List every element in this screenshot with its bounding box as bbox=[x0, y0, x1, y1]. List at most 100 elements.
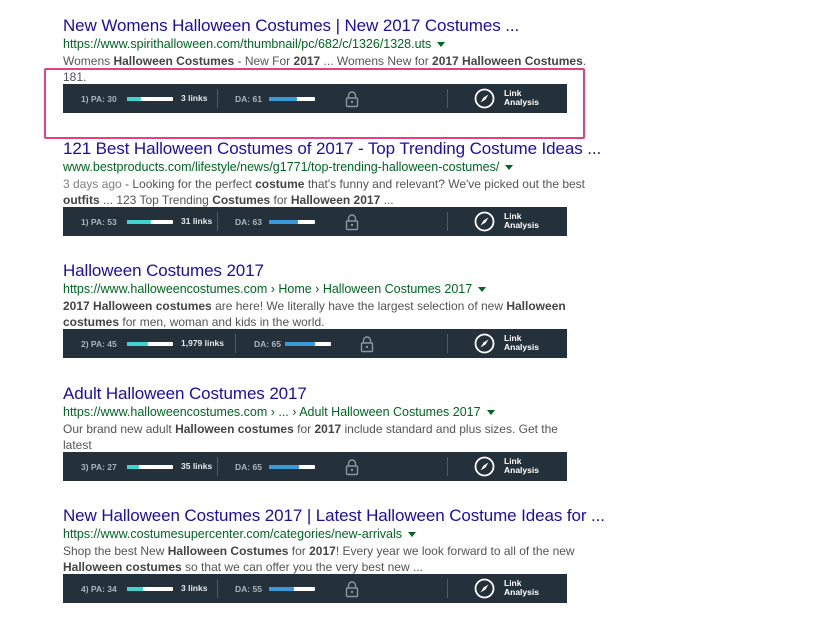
result-url: https://www.spirithalloween.com/thumbnai… bbox=[63, 36, 603, 53]
result-title-link[interactable]: 121 Best Halloween Costumes of 2017 - To… bbox=[63, 139, 603, 159]
pa-meter-fill bbox=[127, 220, 152, 224]
page-authority: PA: 34 bbox=[90, 584, 117, 594]
snippet-text: - Looking for the perfect costume that's… bbox=[122, 177, 585, 191]
lock-icon[interactable] bbox=[344, 213, 360, 231]
search-result: 121 Best Halloween Costumes of 2017 - To… bbox=[63, 139, 603, 208]
snippet-text: Shop the best New bbox=[63, 544, 168, 558]
result-snippet: 3 days ago - Looking for the perfect cos… bbox=[63, 176, 588, 208]
mozbar: 1) PA: 53 31 links DA: 63 Link Analysis bbox=[63, 207, 567, 236]
snippet-line: 3 days ago - Looking for the perfect cos… bbox=[63, 176, 588, 192]
divider bbox=[447, 212, 448, 231]
caret-down-icon[interactable] bbox=[486, 410, 495, 416]
da-meter-fill bbox=[269, 587, 295, 591]
snippet-text: so that we can offer you the very best n… bbox=[181, 560, 423, 574]
snippet-text: that's funny and relevant? We've picked … bbox=[304, 177, 586, 191]
caret-down-icon[interactable] bbox=[408, 532, 417, 538]
snippet-line: 2017 Halloween costumes are here! We lit… bbox=[63, 298, 588, 314]
da-meter-fill bbox=[269, 465, 299, 469]
snippet-text: - New For bbox=[234, 54, 294, 68]
pa-meter bbox=[127, 220, 173, 224]
pa-meter bbox=[127, 342, 173, 346]
result-url-text[interactable]: www.bestproducts.com/lifestyle/news/g177… bbox=[63, 160, 499, 174]
links-count[interactable]: 35 links bbox=[181, 461, 212, 471]
snippet-bold-term: 2017 Halloween Costumes bbox=[432, 54, 583, 68]
snippet-text: Our brand new adult bbox=[63, 422, 176, 436]
domain-authority: DA: 55 bbox=[235, 584, 262, 594]
moz-rank-number: 3) bbox=[81, 462, 91, 472]
page-authority: PA: 27 bbox=[90, 462, 117, 472]
snippet-line: costumes for men, woman and kids in the … bbox=[63, 314, 588, 330]
snippet-text: for bbox=[270, 193, 291, 207]
compass-icon[interactable] bbox=[474, 333, 495, 354]
snippet-bold-term: Halloween costumes bbox=[175, 422, 294, 436]
pa-meter-fill bbox=[127, 587, 143, 591]
link-analysis-label-part: Analysis bbox=[504, 342, 539, 352]
result-url: https://www.halloweencostumes.com › ... … bbox=[63, 404, 603, 421]
page-authority: PA: 45 bbox=[90, 339, 117, 349]
domain-authority: DA: 63 bbox=[235, 217, 262, 227]
moz-rank-number: 4) bbox=[81, 584, 91, 594]
result-url: https://www.halloweencostumes.com › Home… bbox=[63, 281, 603, 298]
result-title-link[interactable]: Halloween Costumes 2017 bbox=[63, 261, 603, 281]
lock-icon[interactable] bbox=[344, 458, 360, 476]
link-analysis-button[interactable]: Link Analysis bbox=[504, 334, 554, 352]
divider bbox=[447, 334, 448, 353]
domain-authority: DA: 65 bbox=[235, 462, 262, 472]
divider bbox=[217, 579, 218, 598]
result-snippet: 2017 Halloween costumes are here! We lit… bbox=[63, 298, 588, 330]
result-url: www.bestproducts.com/lifestyle/news/g177… bbox=[63, 159, 603, 176]
result-url-text[interactable]: https://www.costumesupercenter.com/categ… bbox=[63, 527, 402, 541]
snippet-text: for bbox=[288, 544, 310, 558]
result-age: 3 days ago bbox=[63, 177, 122, 191]
result-title-link[interactable]: New Womens Halloween Costumes | New 2017… bbox=[63, 16, 603, 36]
divider bbox=[447, 457, 448, 476]
snippet-text: are here! We literally have the largest … bbox=[211, 299, 507, 313]
pa-meter bbox=[127, 465, 173, 469]
caret-down-icon[interactable] bbox=[478, 287, 487, 293]
moz-rank: 1) PA: 53 bbox=[81, 217, 117, 227]
divider bbox=[447, 579, 448, 598]
link-analysis-button[interactable]: Link Analysis bbox=[504, 457, 554, 475]
caret-down-icon[interactable] bbox=[437, 42, 446, 48]
snippet-line: Halloween costumes so that we can offer … bbox=[63, 559, 588, 575]
link-analysis-label-part: Analysis bbox=[504, 587, 539, 597]
compass-icon[interactable] bbox=[474, 211, 495, 232]
moz-rank: 2) PA: 45 bbox=[81, 339, 117, 349]
moz-rank-number: 1) bbox=[81, 217, 91, 227]
compass-icon[interactable] bbox=[474, 578, 495, 599]
result-url-text[interactable]: https://www.spirithalloween.com/thumbnai… bbox=[63, 37, 431, 51]
moz-rank: 4) PA: 34 bbox=[81, 584, 117, 594]
snippet-text: for bbox=[293, 422, 315, 436]
snippet-text: ... Womens New for bbox=[320, 54, 433, 68]
mozbar: 2) PA: 45 1,979 links DA: 65 Link Analysis bbox=[63, 329, 567, 358]
mozbar: 3) PA: 27 35 links DA: 65 Link Analysis bbox=[63, 452, 567, 481]
snippet-text: ... 123 Top Trending bbox=[99, 193, 213, 207]
caret-down-icon[interactable] bbox=[505, 165, 514, 171]
snippet-bold-term: 2017 bbox=[293, 54, 321, 68]
compass-icon[interactable] bbox=[474, 456, 495, 477]
snippet-bold-term: 2017 bbox=[314, 422, 342, 436]
links-count[interactable]: 3 links bbox=[181, 583, 207, 593]
divider bbox=[235, 334, 236, 353]
lock-icon[interactable] bbox=[359, 335, 375, 353]
result-snippet: Shop the best New Halloween Costumes for… bbox=[63, 543, 588, 575]
links-count[interactable]: 31 links bbox=[181, 216, 212, 226]
snippet-bold-term: Halloween Costumes bbox=[113, 54, 235, 68]
search-result: Halloween Costumes 2017 https://www.hall… bbox=[63, 261, 603, 330]
link-analysis-button[interactable]: Link Analysis bbox=[504, 579, 554, 597]
result-title-link[interactable]: Adult Halloween Costumes 2017 bbox=[63, 384, 603, 404]
lock-icon[interactable] bbox=[344, 580, 360, 598]
snippet-line: outfits ... 123 Top Trending Costumes fo… bbox=[63, 192, 588, 208]
mozbar: 4) PA: 34 3 links DA: 55 Link Analysis bbox=[63, 574, 567, 603]
link-analysis-button[interactable]: Link Analysis bbox=[504, 212, 554, 230]
links-count[interactable]: 1,979 links bbox=[181, 338, 224, 348]
pa-meter-fill bbox=[127, 342, 148, 346]
snippet-bold-term: Halloween Costumes bbox=[167, 544, 289, 558]
snippet-bold-term: Halloween costumes bbox=[63, 560, 182, 574]
snippet-text: - Looking for the perfect bbox=[121, 177, 256, 191]
result-title-link[interactable]: New Halloween Costumes 2017 | Latest Hal… bbox=[63, 506, 605, 526]
result-url-text[interactable]: https://www.halloweencostumes.com › ... … bbox=[63, 405, 481, 419]
snippet-bold-term: 2017 bbox=[309, 544, 336, 558]
snippet-text: ... bbox=[380, 193, 394, 207]
result-url-text[interactable]: https://www.halloweencostumes.com › Home… bbox=[63, 282, 472, 296]
